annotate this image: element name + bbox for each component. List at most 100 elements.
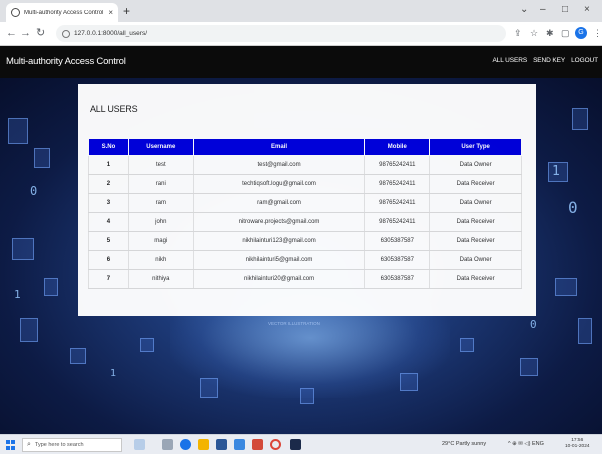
cell-username: rani [128, 174, 194, 194]
profile-avatar[interactable]: G [575, 27, 587, 39]
sidebar-icon[interactable]: ▢ [561, 28, 570, 39]
url-text: 127.0.0.1:8000/all_users/ [74, 30, 147, 37]
edge-browser-icon[interactable] [180, 439, 191, 450]
cell-sno: 2 [88, 174, 129, 194]
tab-close-icon[interactable]: × [108, 8, 113, 17]
column-header-user-type: User Type [429, 138, 522, 156]
maximize-button[interactable]: □ [562, 4, 568, 16]
cell-user-type: Data Owner [429, 155, 522, 175]
table-row: 5 magi nikhilainturi123@gmail.com 630538… [88, 231, 522, 251]
app-icon[interactable] [252, 439, 263, 450]
nav-all-users[interactable]: ALL USERS [492, 57, 527, 64]
mail-icon[interactable] [234, 439, 245, 450]
bg-block [8, 118, 28, 144]
cell-email: nitroware.projects@gmail.com [193, 212, 366, 232]
site-nav: ALL USERS SEND KEY LOGOUT [492, 57, 598, 64]
bookmark-star-icon[interactable]: ☆ [530, 28, 538, 39]
cell-mobile: 6305387587 [364, 231, 431, 251]
table-row: 1 test test@gmail.com 98765242411 Data O… [88, 155, 522, 175]
cell-username: test [128, 155, 194, 175]
terminal-icon[interactable] [290, 439, 301, 450]
bg-block [460, 338, 474, 352]
cell-user-type: Data Receiver [429, 231, 522, 251]
column-header-sno: S.No [88, 138, 129, 156]
cell-user-type: Data Owner [429, 250, 522, 270]
globe-icon [11, 8, 20, 17]
users-table: S.No Username Email Mobile User Type 1 t… [88, 138, 522, 289]
weather-widget[interactable]: 29°C Partly sunny [442, 441, 486, 447]
address-bar-row: ← → ↻ 127.0.0.1:8000/all_users/ ⇪ ☆ ✱ ▢ … [0, 22, 602, 46]
cell-mobile: 6305387587 [364, 269, 431, 289]
nav-send-key[interactable]: SEND KEY [533, 57, 565, 64]
minimize-button[interactable]: – [540, 4, 546, 16]
browser-tab[interactable]: Multi-authority Access Control × [6, 3, 118, 22]
page-title: ALL USERS [90, 104, 138, 114]
cell-username: john [128, 212, 194, 232]
column-header-mobile: Mobile [364, 138, 431, 156]
browser-tab-bar: Multi-authority Access Control × + ⌄ – □… [0, 0, 602, 22]
taskbar-search-input[interactable]: ⌕ Type here to search [22, 438, 122, 452]
bg-digit: 0 [568, 198, 578, 217]
back-arrow-icon[interactable]: ← [6, 27, 17, 40]
table-row: 6 nikh nikhilainturi5@gmail.com 63053875… [88, 250, 522, 270]
cell-mobile: 6305387587 [364, 250, 431, 270]
widgets-icon[interactable] [162, 439, 173, 450]
cell-email: nikhilainturi123@gmail.com [193, 231, 366, 251]
site-info-icon[interactable] [62, 29, 70, 38]
extensions-icon[interactable]: ✱ [546, 28, 554, 39]
cell-sno: 1 [88, 155, 129, 175]
bg-block [572, 108, 588, 130]
cell-username: nithiya [128, 269, 194, 289]
bg-digit: 0 [30, 184, 38, 198]
bg-block [20, 318, 38, 342]
bg-digit: 1 [14, 288, 21, 301]
bg-block [34, 148, 50, 168]
cell-mobile: 98765242411 [364, 174, 431, 194]
store-icon[interactable] [216, 439, 227, 450]
site-brand[interactable]: Multi-authority Access Control [6, 56, 126, 67]
url-input[interactable]: 127.0.0.1:8000/all_users/ [56, 25, 506, 42]
cell-sno: 7 [88, 269, 129, 289]
tab-title: Multi-authority Access Control [24, 9, 104, 16]
bg-digit: 1 [110, 368, 117, 379]
forward-arrow-icon[interactable]: → [20, 27, 31, 40]
cell-username: ram [128, 193, 194, 213]
bg-block [140, 338, 154, 352]
tab-search-icon[interactable]: ⌄ [520, 4, 528, 16]
bg-block [578, 318, 592, 344]
taskbar-clock[interactable]: 17:56 10-01-2024 [565, 438, 590, 450]
task-view-icon[interactable] [134, 439, 145, 450]
cell-user-type: Data Receiver [429, 212, 522, 232]
cell-sno: 6 [88, 250, 129, 270]
users-card: ALL USERS S.No Username Email Mobile Use… [78, 84, 536, 316]
cell-user-type: Data Owner [429, 193, 522, 213]
cell-email: test@gmail.com [193, 155, 366, 175]
bg-block [400, 373, 418, 391]
column-header-username: Username [127, 138, 194, 156]
file-explorer-icon[interactable] [198, 439, 209, 450]
bg-block [70, 348, 86, 364]
table-row: 2 rani techtiqsoft.logu@gmail.com 987652… [88, 174, 522, 194]
windows-start-icon[interactable] [6, 440, 16, 450]
cell-email: techtiqsoft.logu@gmail.com [193, 174, 366, 194]
share-icon[interactable]: ⇪ [514, 28, 522, 39]
reload-icon[interactable]: ↻ [36, 27, 45, 40]
close-window-button[interactable]: × [584, 4, 590, 16]
bg-block [12, 238, 34, 260]
chrome-browser-icon[interactable] [270, 439, 281, 450]
cell-email: nikhilainturi20@gmail.com [193, 269, 366, 289]
table-row: 4 john nitroware.projects@gmail.com 9876… [88, 212, 522, 232]
system-tray[interactable]: ^ ⊕ ✉ ◁) ENG [508, 441, 544, 447]
menu-kebab-icon[interactable]: ⋮ [593, 28, 602, 39]
bg-block [300, 388, 314, 404]
nav-logout[interactable]: LOGOUT [571, 57, 598, 64]
cell-sno: 4 [88, 212, 129, 232]
cell-username: magi [128, 231, 194, 251]
site-header: Multi-authority Access Control ALL USERS… [0, 46, 602, 78]
bg-digit: 0 [530, 318, 537, 331]
new-tab-button[interactable]: + [123, 4, 130, 18]
os-taskbar: ⌕ Type here to search 29°C Partly sunny … [0, 434, 602, 454]
bg-block [200, 378, 218, 398]
cell-mobile: 98765242411 [364, 193, 431, 213]
clock-date: 10-01-2024 [565, 444, 590, 449]
